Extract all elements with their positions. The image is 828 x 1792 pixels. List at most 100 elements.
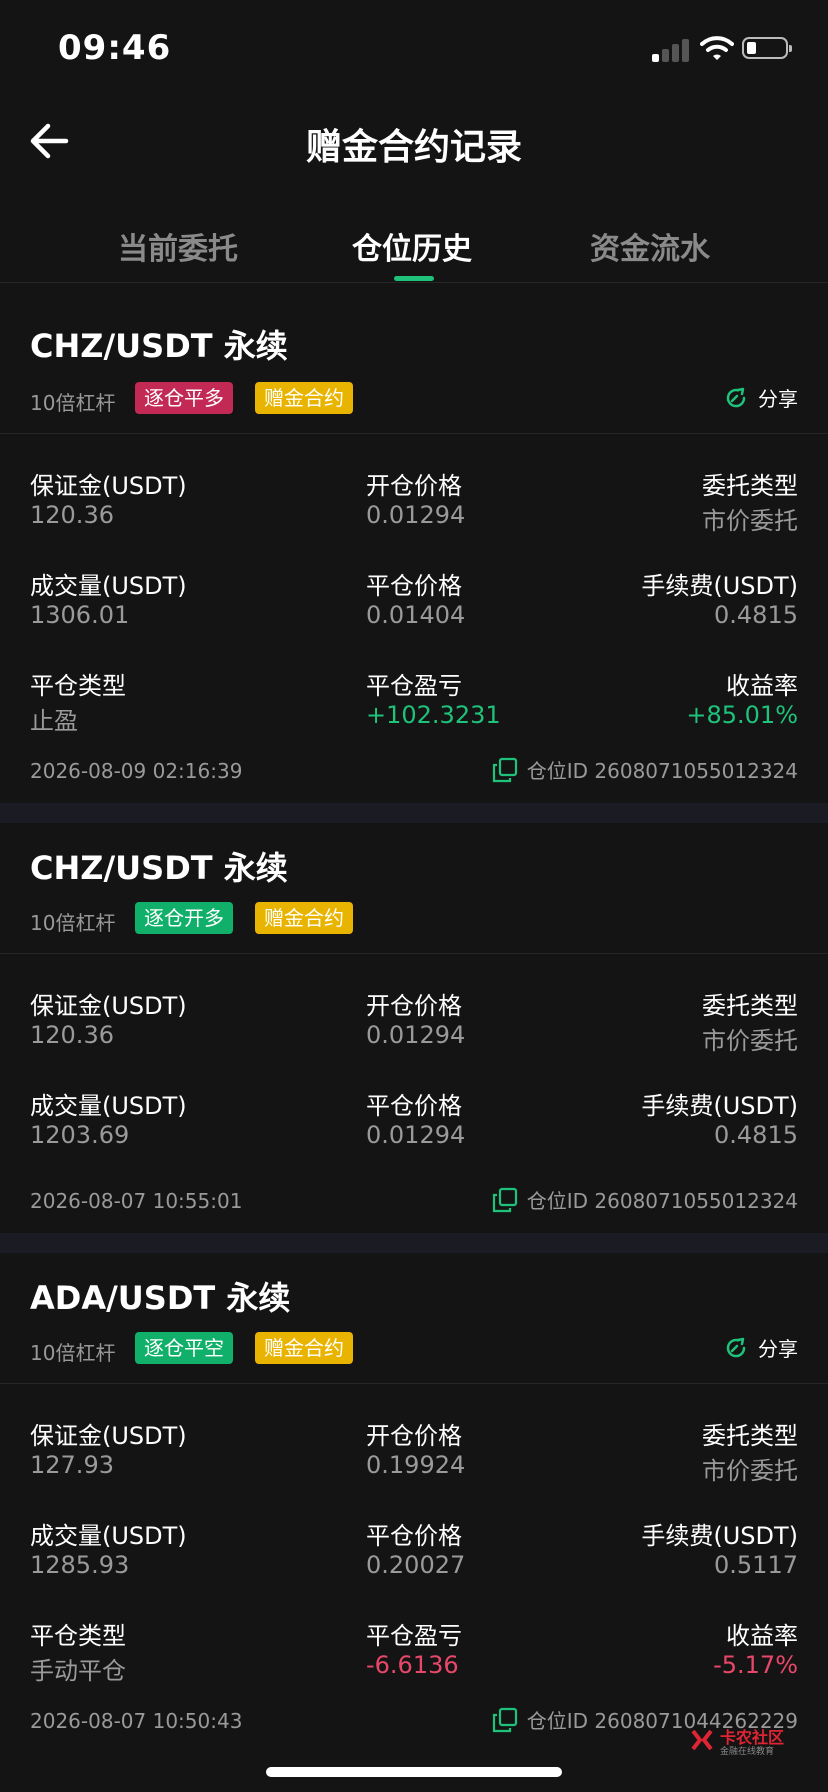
fee-label: 手续费(USDT) xyxy=(641,1092,798,1120)
margin-label: 保证金(USDT) xyxy=(30,472,187,500)
volume-value: 1203.69 xyxy=(30,1121,130,1149)
close-price-label: 平仓价格 xyxy=(366,1092,462,1120)
position-type-badge: 逐仓平多 xyxy=(135,382,233,414)
position-id[interactable]: 仓位ID 2608071055012324 xyxy=(491,755,798,784)
fee-value: 0.5117 xyxy=(714,1551,798,1579)
open-price-value: 0.01294 xyxy=(366,1021,466,1049)
battery-icon xyxy=(742,37,792,59)
volume-label: 成交量(USDT) xyxy=(30,1092,187,1120)
wifi-icon xyxy=(700,36,734,60)
close-price-label: 平仓价格 xyxy=(366,1522,462,1550)
roi-value: +85.01% xyxy=(686,701,798,729)
close-price-value: 0.20027 xyxy=(366,1551,466,1579)
open-price-label: 开仓价格 xyxy=(366,1422,462,1450)
fee-label: 手续费(USDT) xyxy=(641,1522,798,1550)
position-id-text: 仓位ID 2608071055012324 xyxy=(526,759,798,783)
order-type-label: 委托类型 xyxy=(702,992,798,1020)
roi-label: 收益率 xyxy=(726,672,798,700)
fee-label: 手续费(USDT) xyxy=(641,572,798,600)
volume-label: 成交量(USDT) xyxy=(30,1522,187,1550)
position-card: CHZ/USDT 永续 10倍杠杆 逐仓开多 赠金合约 保证金(USDT) 12… xyxy=(0,823,828,1253)
order-type-value: 市价委托 xyxy=(702,1457,798,1485)
margin-value: 120.36 xyxy=(30,1021,114,1049)
share-label: 分享 xyxy=(758,387,798,411)
status-bar: 09:46 xyxy=(0,0,828,96)
card-separator xyxy=(0,803,828,823)
margin-label: 保证金(USDT) xyxy=(30,992,187,1020)
copy-icon xyxy=(492,757,517,782)
card-divider xyxy=(0,1383,828,1384)
roi-label: 收益率 xyxy=(726,1622,798,1650)
open-price-value: 0.01294 xyxy=(366,501,466,529)
home-indicator[interactable] xyxy=(266,1767,562,1777)
share-icon xyxy=(726,387,746,407)
position-timestamp: 2026-08-07 10:55:01 xyxy=(30,1189,243,1213)
share-icon xyxy=(726,1337,746,1357)
pair-title: ADA/USDT 永续 xyxy=(30,1279,291,1317)
close-price-value: 0.01404 xyxy=(366,601,466,629)
pnl-value: -6.6136 xyxy=(366,1651,459,1679)
close-type-label: 平仓类型 xyxy=(30,672,126,700)
pair-title: CHZ/USDT 永续 xyxy=(30,327,288,365)
page-title: 赠金合约记录 xyxy=(305,127,522,168)
pnl-label: 平仓盈亏 xyxy=(366,1622,462,1650)
watermark-subtext: 金融在线教育 xyxy=(720,1747,775,1757)
close-price-value: 0.01294 xyxy=(366,1121,466,1149)
cellular-signal-icon xyxy=(652,38,692,62)
order-type-value: 市价委托 xyxy=(702,1027,798,1055)
pnl-label: 平仓盈亏 xyxy=(366,672,462,700)
share-button[interactable]: 分享 xyxy=(724,1333,798,1362)
leverage-label: 10倍杠杆 xyxy=(30,911,116,935)
position-card: CHZ/USDT 永续 10倍杠杆 逐仓平多 赠金合约 分享 保证金(USDT)… xyxy=(0,283,828,803)
margin-label: 保证金(USDT) xyxy=(30,1422,187,1450)
position-id-text: 仓位ID 2608071055012324 xyxy=(526,1189,798,1213)
roi-value: -5.17% xyxy=(713,1651,798,1679)
share-button[interactable]: 分享 xyxy=(724,383,798,412)
tab-fund-flow[interactable]: 资金流水 xyxy=(590,224,710,268)
copy-icon xyxy=(492,1187,517,1212)
order-type-label: 委托类型 xyxy=(702,472,798,500)
copy-icon xyxy=(492,1707,517,1732)
tab-position-history[interactable]: 仓位历史 xyxy=(352,224,472,268)
share-label: 分享 xyxy=(758,1337,798,1361)
status-time: 09:46 xyxy=(58,28,172,68)
position-type-badge: 逐仓平空 xyxy=(135,1332,233,1364)
volume-value: 1306.01 xyxy=(30,601,130,629)
close-type-value: 手动平仓 xyxy=(30,1657,126,1685)
fee-value: 0.4815 xyxy=(714,601,798,629)
close-type-label: 平仓类型 xyxy=(30,1622,126,1650)
nav-header: 赠金合约记录 xyxy=(0,96,828,186)
open-price-label: 开仓价格 xyxy=(366,992,462,1020)
watermark: 卡农社区 金融在线教育 xyxy=(690,1724,820,1758)
bonus-contract-badge: 赠金合约 xyxy=(255,1332,353,1364)
pnl-value: +102.3231 xyxy=(366,701,501,729)
card-divider xyxy=(0,433,828,434)
volume-label: 成交量(USDT) xyxy=(30,572,187,600)
position-type-badge: 逐仓开多 xyxy=(135,902,233,934)
card-divider xyxy=(0,953,828,954)
active-tab-indicator xyxy=(394,276,434,281)
open-price-value: 0.19924 xyxy=(366,1451,466,1479)
tab-current-orders[interactable]: 当前委托 xyxy=(118,224,238,268)
position-timestamp: 2026-08-07 10:50:43 xyxy=(30,1709,243,1733)
bonus-contract-badge: 赠金合约 xyxy=(255,902,353,934)
bonus-contract-badge: 赠金合约 xyxy=(255,382,353,414)
position-timestamp: 2026-08-09 02:16:39 xyxy=(30,759,243,783)
close-price-label: 平仓价格 xyxy=(366,572,462,600)
position-card: ADA/USDT 永续 10倍杠杆 逐仓平空 赠金合约 分享 保证金(USDT)… xyxy=(0,1253,828,1753)
margin-value: 120.36 xyxy=(30,501,114,529)
order-type-label: 委托类型 xyxy=(702,1422,798,1450)
tab-bar: 当前委托 仓位历史 资金流水 xyxy=(0,210,828,283)
order-type-value: 市价委托 xyxy=(702,507,798,535)
fee-value: 0.4815 xyxy=(714,1121,798,1149)
watermark-logo-icon xyxy=(691,1729,713,1751)
pair-title: CHZ/USDT 永续 xyxy=(30,849,288,887)
close-type-value: 止盈 xyxy=(30,707,78,735)
card-separator xyxy=(0,1233,828,1253)
margin-value: 127.93 xyxy=(30,1451,114,1479)
position-id[interactable]: 仓位ID 2608071055012324 xyxy=(491,1185,798,1214)
leverage-label: 10倍杠杆 xyxy=(30,391,116,415)
open-price-label: 开仓价格 xyxy=(366,472,462,500)
leverage-label: 10倍杠杆 xyxy=(30,1341,116,1365)
volume-value: 1285.93 xyxy=(30,1551,130,1579)
